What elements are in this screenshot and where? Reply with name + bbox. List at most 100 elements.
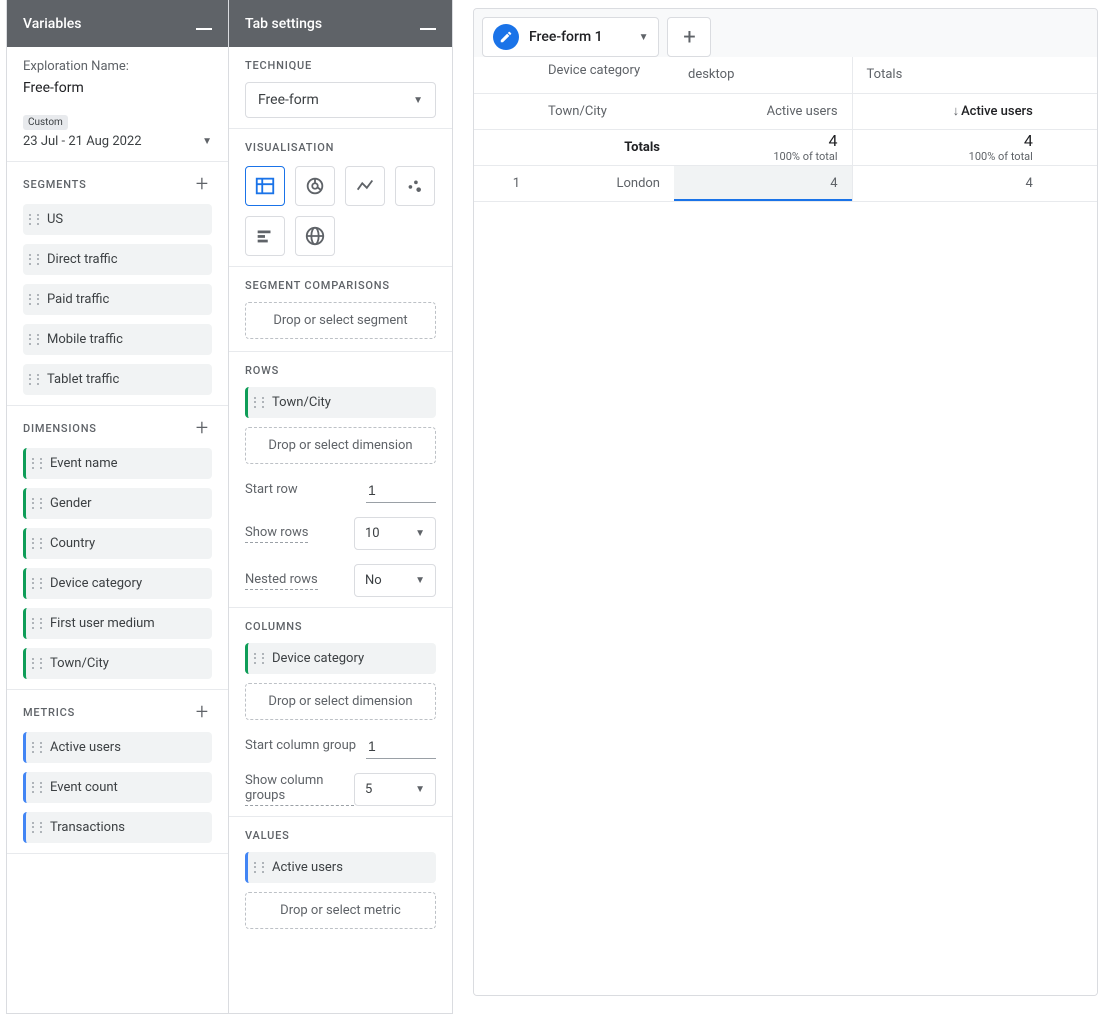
start-row-input[interactable] [366,478,436,503]
rows-chip-town-city[interactable]: Town/City [245,387,436,418]
totals-total-value: 4 [867,131,1033,150]
totals-header[interactable]: Totals [852,57,1047,93]
tab-settings-title: Tab settings [245,16,322,32]
add-tab-button[interactable]: + [667,17,711,57]
add-metric-button[interactable]: + [192,702,212,722]
viz-scatter-icon[interactable] [395,166,435,206]
segment-chip[interactable]: Tablet traffic [23,364,212,395]
desktop-header[interactable]: desktop [674,57,852,93]
viz-donut-icon[interactable] [295,166,335,206]
chevron-down-icon: ▼ [415,575,425,586]
drag-handle-icon [29,213,39,227]
metrics-title: METRICS [23,706,75,719]
row-total-value: 4 [852,165,1047,201]
drag-handle-icon [29,293,39,307]
drag-handle-icon [32,457,42,471]
segment-chip-label: Paid traffic [47,292,109,307]
drag-handle-icon [32,781,42,795]
viz-geo-icon[interactable] [295,216,335,256]
segment-dropzone[interactable]: Drop or select segment [245,302,436,339]
metric-chip-label: Active users [50,740,121,755]
dimension-chip[interactable]: Device category [23,568,212,599]
dimension-chip[interactable]: Gender [23,488,212,519]
rows-dropzone[interactable]: Drop or select dimension [245,427,436,464]
variables-header: Variables [7,0,228,47]
dimension-chip[interactable]: Event name [23,448,212,479]
segment-chip-label: Tablet traffic [47,372,119,387]
columns-chip-device-category[interactable]: Device category [245,643,436,674]
tab-chip-freeform-1[interactable]: Free-form 1 ▼ [482,17,659,57]
show-rows-select[interactable]: 10 ▼ [354,517,436,550]
variables-panel: Variables Exploration Name: Free-form Cu… [6,0,229,1014]
columns-chip-label: Device category [272,651,364,666]
viz-bar-icon[interactable] [245,216,285,256]
tab-settings-panel: Tab settings TECHNIQUE Free-form ▼ VISUA… [228,0,453,1014]
add-segment-button[interactable]: + [192,174,212,194]
collapse-variables-icon[interactable] [196,28,212,30]
edit-icon [493,24,519,50]
nested-rows-select[interactable]: No ▼ [354,564,436,597]
viz-table-icon[interactable] [245,166,285,206]
nested-rows-label: Nested rows [245,572,318,590]
chevron-down-icon[interactable]: ▼ [639,32,649,43]
row-desktop-value: 4 [674,165,852,201]
drag-handle-icon [32,657,42,671]
device-category-header: Device category [548,63,660,79]
viz-line-icon[interactable] [345,166,385,206]
segment-chip-label: US [47,212,63,227]
metric-chip[interactable]: Active users [23,732,212,763]
dimension-chip[interactable]: First user medium [23,608,212,639]
drag-handle-icon [32,617,42,631]
dimension-chip[interactable]: Town/City [23,648,212,679]
segments-title: SEGMENTS [23,178,87,191]
active-users-header-1[interactable]: Active users [674,93,852,129]
values-dropzone[interactable]: Drop or select metric [245,892,436,929]
segment-chip[interactable]: US [23,204,212,235]
metric-chip-label: Transactions [50,820,125,835]
segment-chip[interactable]: Paid traffic [23,284,212,315]
chevron-down-icon: ▼ [415,784,425,795]
exploration-name-label: Exploration Name: [23,59,212,74]
segment-chip-label: Direct traffic [47,252,118,267]
dimension-chip-label: Town/City [50,656,109,671]
add-dimension-button[interactable]: + [192,418,212,438]
table-row[interactable]: 1London44 [474,165,1097,201]
values-chip-active-users[interactable]: Active users [245,852,436,883]
collapse-tab-settings-icon[interactable] [420,28,436,30]
chevron-down-icon: ▼ [415,528,425,539]
rows-title: ROWS [245,364,436,377]
segment-chip-label: Mobile traffic [47,332,123,347]
date-range-picker[interactable]: Custom 23 Jul - 21 Aug 2022 ▼ [7,104,228,162]
start-column-input[interactable] [366,734,436,759]
exploration-name-value[interactable]: Free-form [23,80,212,96]
columns-dropzone[interactable]: Drop or select dimension [245,683,436,720]
variables-title: Variables [23,16,81,32]
technique-select[interactable]: Free-form ▼ [245,82,436,118]
chevron-down-icon: ▼ [202,136,212,147]
show-columns-select[interactable]: 5 ▼ [354,773,436,806]
town-city-header[interactable]: Town/City [534,93,674,129]
visualisation-title: VISUALISATION [245,141,436,154]
drag-handle-icon [32,497,42,511]
metric-chip[interactable]: Transactions [23,812,212,843]
row-index: 1 [474,165,534,201]
drag-handle-icon [32,577,42,591]
active-users-sort-header[interactable]: ↓Active users [852,93,1047,129]
drag-handle-icon [254,396,264,410]
date-badge: Custom [23,115,68,130]
technique-title: TECHNIQUE [245,59,436,72]
dimension-chip-label: First user medium [50,616,155,631]
totals-desktop-value: 4 [688,131,838,150]
segment-chip[interactable]: Mobile traffic [23,324,212,355]
start-column-label: Start column group [245,738,356,755]
segment-chip[interactable]: Direct traffic [23,244,212,275]
drag-handle-icon [29,373,39,387]
values-chip-label: Active users [272,860,343,875]
totals-total-sub: 100% of total [867,150,1033,163]
dimension-chip[interactable]: Country [23,528,212,559]
totals-row-label: Totals [534,129,674,165]
metric-chip[interactable]: Event count [23,772,212,803]
rows-chip-label: Town/City [272,395,331,410]
row-city: London [534,165,674,201]
drag-handle-icon [254,861,264,875]
